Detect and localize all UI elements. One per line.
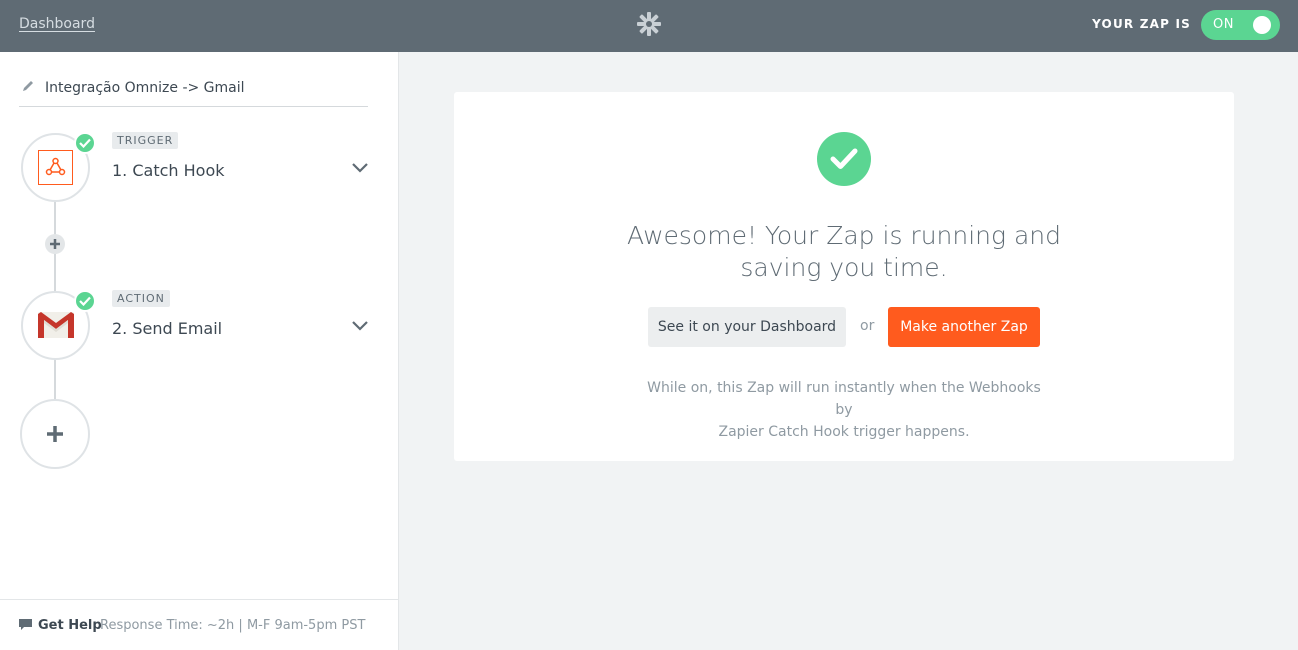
zap-on-toggle[interactable]: ON bbox=[1201, 10, 1280, 40]
headline-line-2: saving you time. bbox=[740, 253, 948, 282]
note-line-2: Zapier Catch Hook trigger happens. bbox=[718, 424, 970, 440]
help-bar: Get Help Response Time: ~2h | M-F 9am-5p… bbox=[0, 599, 399, 650]
chat-icon bbox=[19, 619, 32, 630]
make-another-zap-button[interactable]: Make another Zap bbox=[888, 307, 1040, 347]
plus-icon bbox=[50, 239, 60, 249]
plus-icon bbox=[47, 426, 63, 442]
see-dashboard-button[interactable]: See it on your Dashboard bbox=[648, 307, 846, 347]
toggle-knob bbox=[1253, 16, 1271, 34]
success-card: Awesome! Your Zap is running and saving … bbox=[454, 92, 1234, 461]
pencil-icon bbox=[23, 81, 33, 91]
action-tag: ACTION bbox=[112, 290, 170, 307]
success-check-icon bbox=[817, 132, 871, 186]
add-step-button[interactable] bbox=[20, 399, 90, 469]
note-line-1: While on, this Zap will run instantly wh… bbox=[647, 380, 1041, 418]
top-bar: Dashboard YOUR ZAP IS ON bbox=[0, 0, 1298, 52]
run-note: While on, this Zap will run instantly wh… bbox=[644, 377, 1044, 443]
chevron-down-icon[interactable] bbox=[351, 320, 369, 332]
zap-name-text: Integração Omnize -> Gmail bbox=[45, 80, 245, 96]
or-separator: or bbox=[860, 318, 875, 334]
step-connector bbox=[54, 358, 56, 400]
toggle-label: ON bbox=[1213, 17, 1234, 32]
success-headline: Awesome! Your Zap is running and saving … bbox=[454, 220, 1234, 284]
sidebar: Integração Omnize -> Gmail TRIGGER 1. Ca… bbox=[0, 52, 399, 650]
zap-name-field[interactable]: Integração Omnize -> Gmail bbox=[19, 76, 368, 107]
response-time-text: Response Time: ~2h | M-F 9am-5pm PST bbox=[100, 618, 366, 633]
action-step-title[interactable]: 2. Send Email bbox=[112, 319, 222, 338]
get-help-link[interactable]: Get Help bbox=[38, 618, 102, 633]
dashboard-link[interactable]: Dashboard bbox=[19, 16, 95, 32]
chevron-down-icon[interactable] bbox=[351, 162, 369, 174]
trigger-step-title[interactable]: 1. Catch Hook bbox=[112, 161, 225, 180]
step-complete-check-icon bbox=[74, 290, 96, 312]
trigger-tag: TRIGGER bbox=[112, 132, 179, 149]
gmail-icon bbox=[38, 312, 74, 338]
zapier-asterisk-icon[interactable] bbox=[637, 12, 661, 36]
headline-line-1: Awesome! Your Zap is running and bbox=[626, 221, 1062, 250]
add-step-between-button[interactable] bbox=[45, 234, 65, 254]
zap-status-label: YOUR ZAP IS bbox=[1092, 17, 1191, 31]
webhook-icon bbox=[38, 150, 73, 185]
step-complete-check-icon bbox=[74, 132, 96, 154]
